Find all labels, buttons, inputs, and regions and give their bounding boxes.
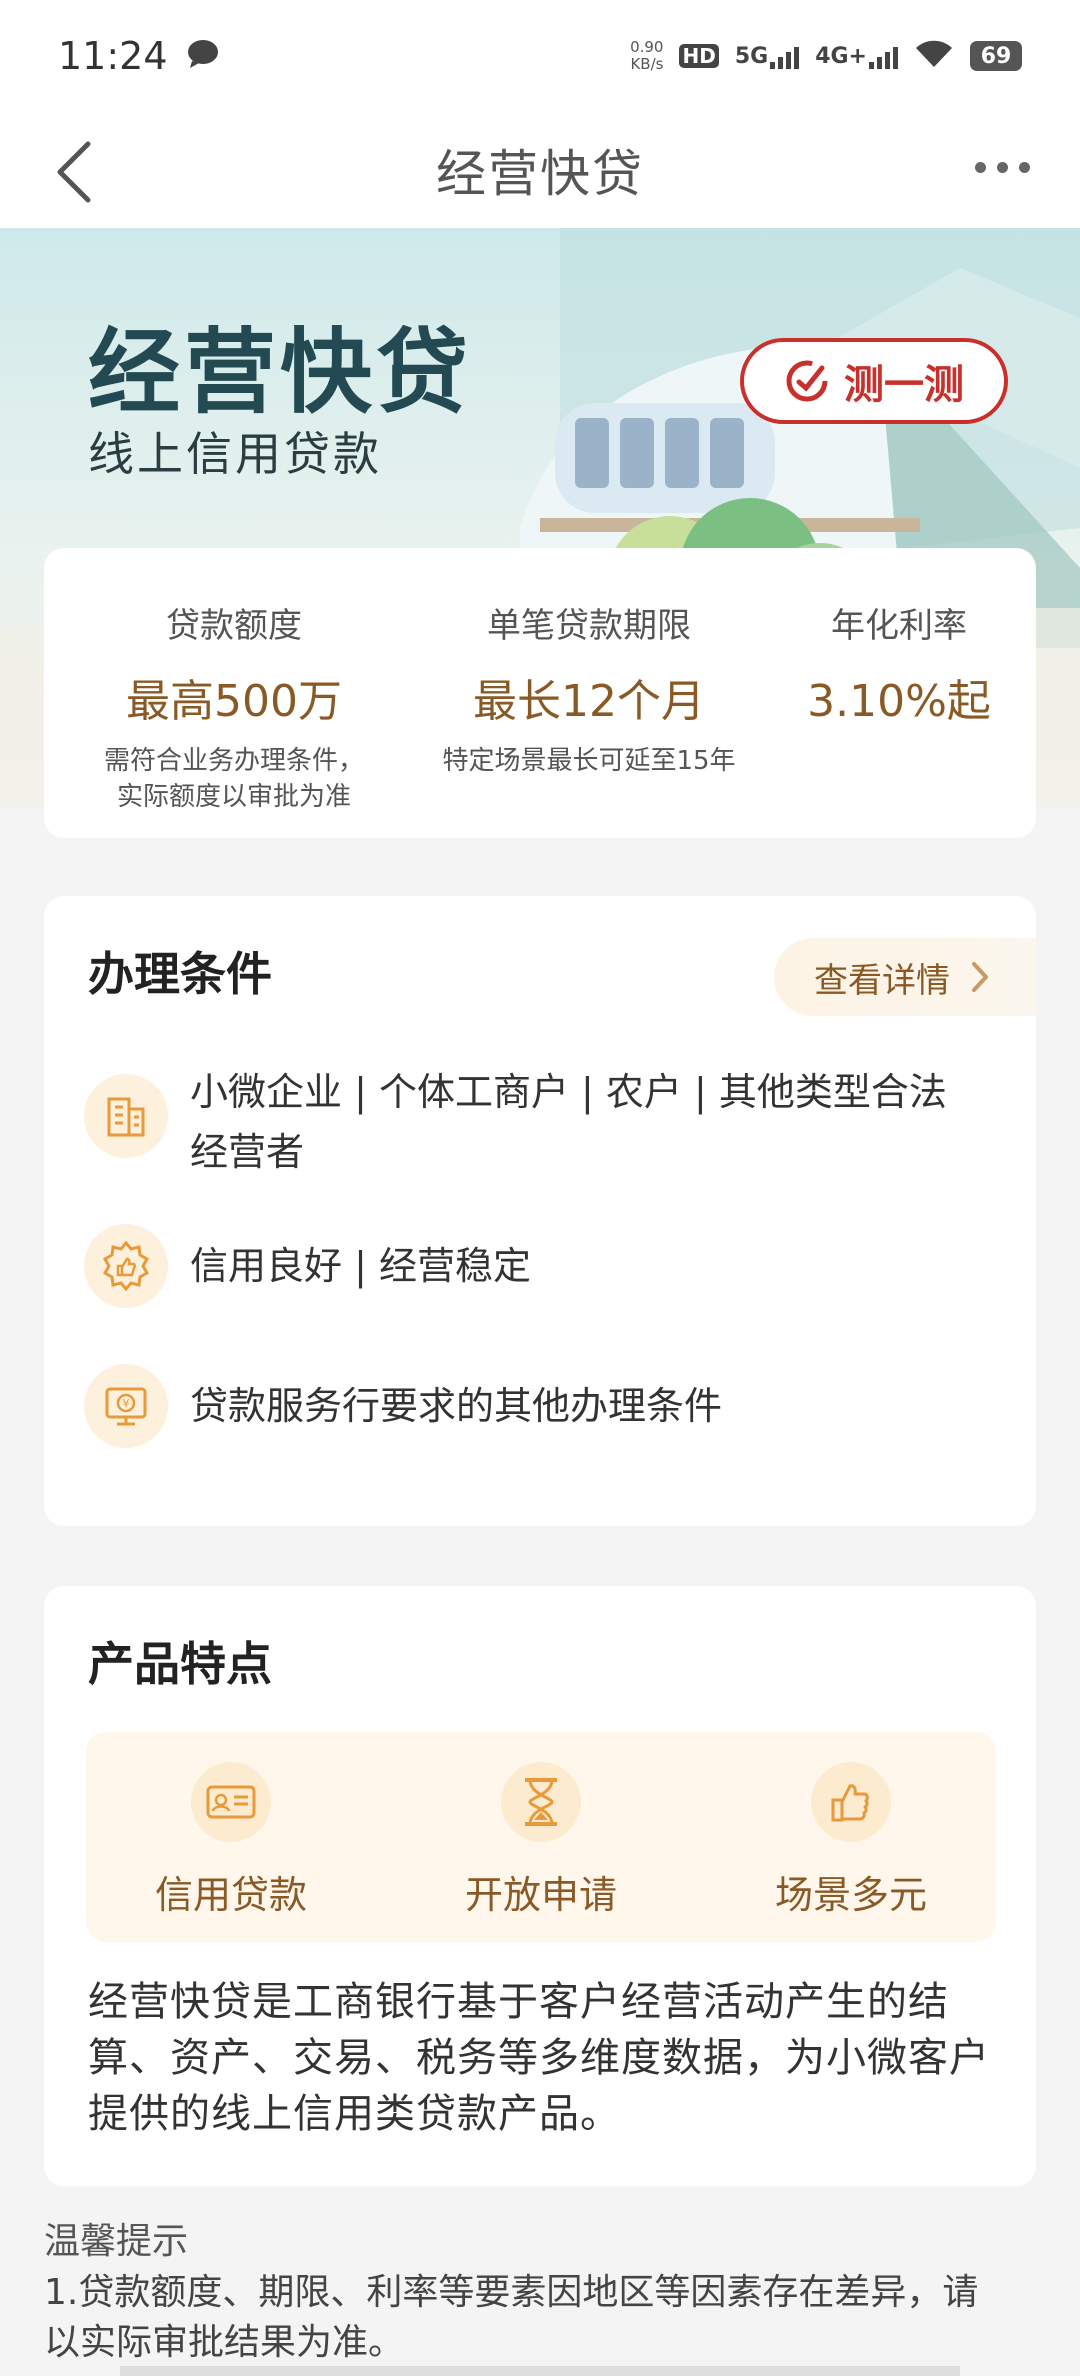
features-title: 产品特点 [88,1637,272,1691]
signal-4g-label: 4G+ [815,43,867,69]
chevron-left-icon [57,141,91,203]
info-note-line: 实际额度以审批为准 [116,782,351,812]
more-dot-icon [996,161,1008,173]
condition-text: 小微企业 | 个体工商户 | 农户 | 其他类型合法经营者 [190,1070,947,1174]
features-card: 产品特点 信用贷款 开放申请 场景多元 经营快贷是工商银行基于客户经营活动产生的… [44,1586,1036,2186]
banner-title: 经营快贷 [88,319,473,426]
banner-subtitle: 线上信用贷款 [88,427,382,481]
hd-icon: HD [679,44,719,68]
hd-label: HD [679,44,719,68]
hourglass-icon [501,1762,581,1842]
feature-item: 开放申请 [411,1762,671,1919]
page-title: 经营快贷 [436,145,644,203]
feature-item: 信用贷款 [101,1762,361,1919]
info-note: 需符合业务办理条件， 实际额度以审批为准 [84,743,384,815]
gauge-check-icon [786,360,828,402]
id-card-icon [191,1762,271,1842]
info-col-rate: 年化利率 3.10%起 [784,598,1014,729]
signal-4g-icon: 4G+ [815,44,898,69]
nav-bar: 经营快贷 [0,112,1080,228]
product-description: 经营快贷是工商银行基于客户经营活动产生的结算、资产、交易、税务等多维度数据，为小… [88,1979,990,2137]
conditions-title: 办理条件 [88,947,272,1001]
status-right: 0.90 KB/s HD 5G 4G+ 69 [630,39,1022,73]
feature-item: 场景多元 [721,1762,981,1919]
monitor-yen-icon: ¥ [84,1364,168,1448]
conditions-card: 办理条件 查看详情 小微企业 | 个体工商户 | 农户 | 其他类型合法经营者 … [44,896,1036,1526]
thumbs-up-icon [811,1762,891,1842]
condition-item: 小微企业 | 个体工商户 | 农户 | 其他类型合法经营者 [84,1062,980,1182]
test-button[interactable]: 测一测 [740,338,1008,424]
status-time: 11:24 [58,34,168,78]
info-label: 年化利率 [831,606,967,646]
thumbs-up-badge-icon [84,1224,168,1308]
info-label: 单笔贷款期限 [487,606,691,646]
info-note-line: 特定场景最长可延至15年 [442,746,736,776]
info-note: 特定场景最长可延至15年 [424,743,754,779]
tips-next-line-fade [120,2366,960,2376]
net-speed-unit: KB/s [630,55,664,73]
building-icon [84,1074,168,1158]
info-col-amount: 贷款额度 最高500万 需符合业务办理条件， 实际额度以审批为准 [84,598,384,815]
test-button-label: 测一测 [844,362,964,408]
signal-5g-label: 5G [734,43,769,69]
net-speed-value: 0.90 [630,38,664,56]
tips-text: 1.贷款额度、期限、利率等要素因地区等因素存在差异，请以实际审批结果为准。 [44,2272,979,2363]
condition-text: 贷款服务行要求的其他办理条件 [190,1384,723,1428]
status-bar: 11:24 0.90 KB/s HD 5G 4G+ 69 [0,0,1080,112]
loan-info-card: 贷款额度 最高500万 需符合业务办理条件， 实际额度以审批为准 单笔贷款期限 … [44,548,1036,838]
status-left: 11:24 [58,34,220,78]
info-value: 3.10%起 [807,676,991,727]
feature-label: 信用贷款 [154,1873,307,1917]
view-details-link[interactable]: 查看详情 [774,938,1036,1016]
net-speed: 0.90 KB/s [630,39,663,73]
more-dot-icon [1018,161,1030,173]
info-note-line: 需符合业务办理条件， [103,746,364,776]
chevron-right-icon [972,962,988,992]
condition-item: 信用良好 | 经营稳定 [84,1224,980,1308]
signal-5g-icon: 5G [734,43,800,69]
condition-item: ¥ 贷款服务行要求的其他办理条件 [84,1364,980,1448]
battery-level: 69 [980,43,1012,69]
view-details-label: 查看详情 [814,960,950,1001]
info-value: 最长12个月 [473,676,705,727]
more-button[interactable] [964,142,1040,192]
more-dot-icon [974,161,986,173]
features-box: 信用贷款 开放申请 场景多元 [86,1732,996,1942]
info-value: 最高500万 [126,676,342,727]
info-col-term: 单笔贷款期限 最长12个月 特定场景最长可延至15年 [424,598,754,779]
feature-label: 开放申请 [464,1873,617,1917]
battery-icon: 69 [970,41,1022,71]
back-button[interactable] [44,132,104,212]
feature-label: 场景多元 [774,1873,927,1917]
condition-text: 信用良好 | 经营稳定 [190,1244,531,1288]
message-icon [186,34,220,78]
tips-title: 温馨提示 [44,2221,189,2262]
svg-text:¥: ¥ [123,1397,130,1410]
info-label: 贷款额度 [166,606,302,646]
wifi-icon [914,39,954,73]
